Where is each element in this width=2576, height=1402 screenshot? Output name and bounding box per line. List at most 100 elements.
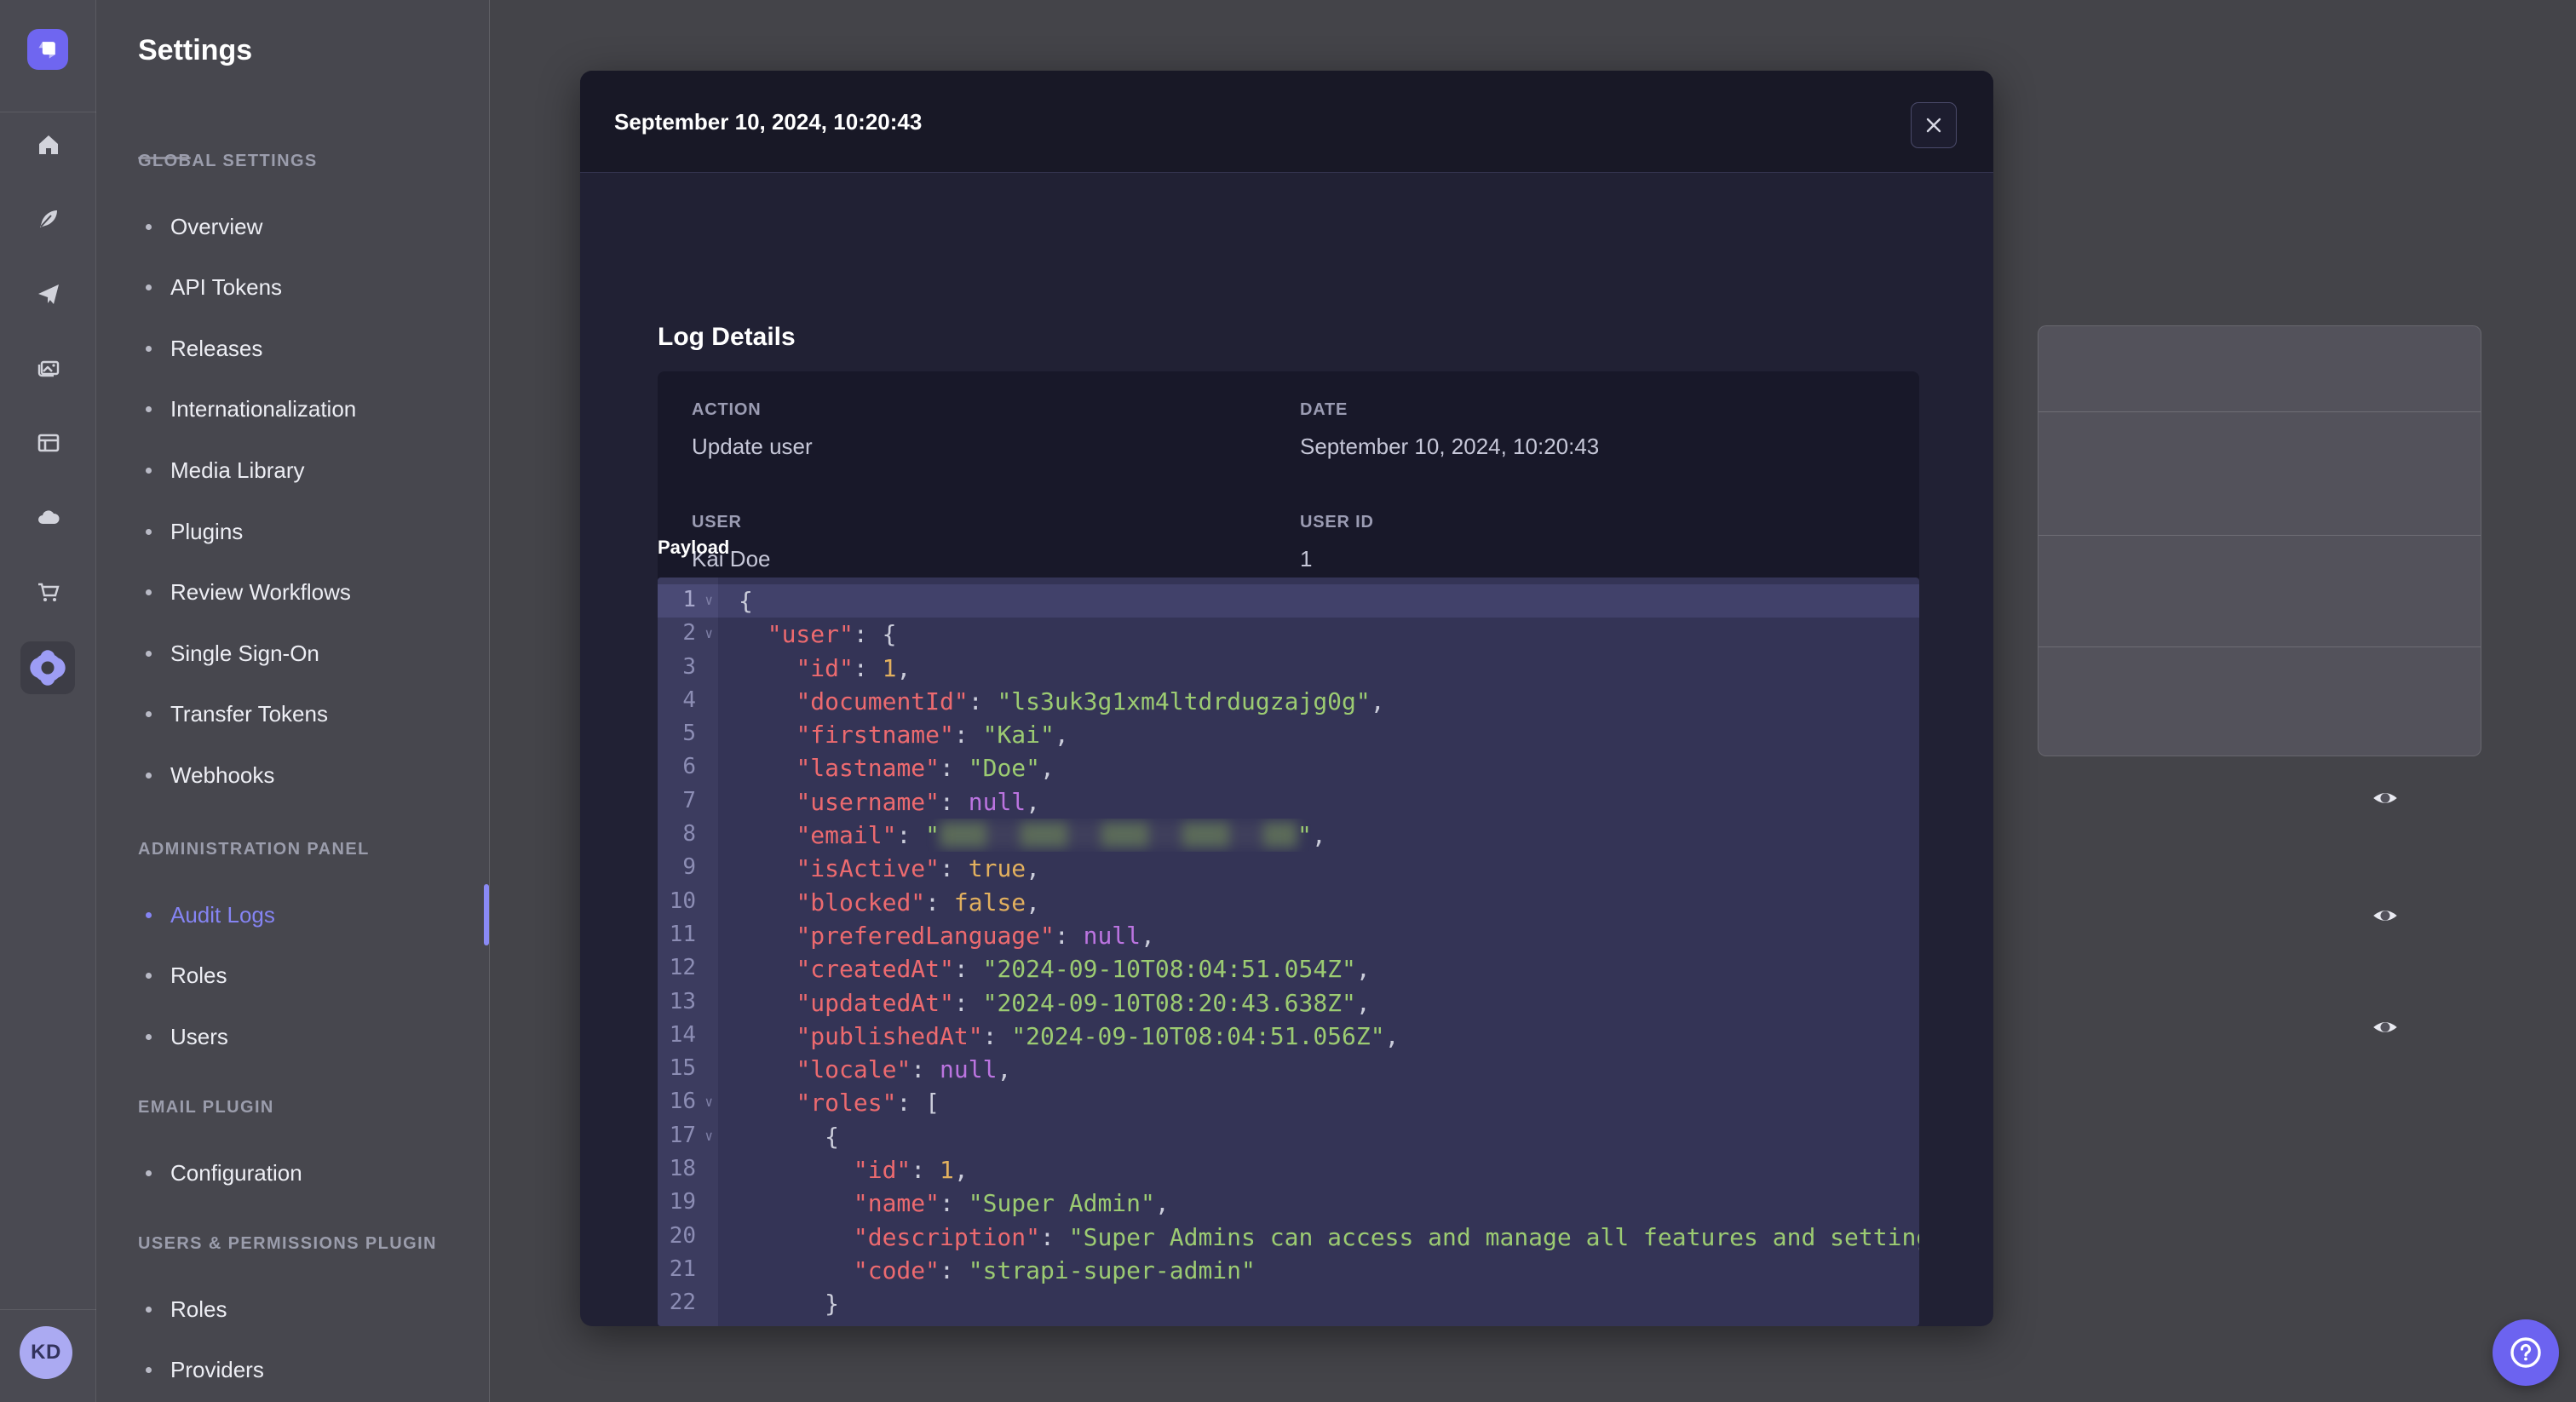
line-number: 17 ∨ bbox=[669, 1122, 713, 1148]
line-number: 8 bbox=[682, 821, 696, 848]
detail-value: 1 bbox=[1300, 546, 1313, 572]
view-log-eye-icon[interactable] bbox=[2368, 899, 2402, 933]
sidebar-item-media-library[interactable]: Media Library bbox=[96, 451, 490, 489]
fold-chevron-icon[interactable]: ∨ bbox=[704, 1094, 713, 1110]
cloud-icon[interactable] bbox=[33, 503, 64, 533]
detail-field: USER ID 1 bbox=[1300, 513, 1885, 572]
view-log-eye-icon[interactable] bbox=[2368, 1010, 2402, 1044]
bullet-icon bbox=[146, 467, 152, 474]
content-manager-icon[interactable] bbox=[33, 428, 64, 458]
nav-item-label: Configuration bbox=[170, 1159, 302, 1186]
line-number: 6 bbox=[682, 754, 696, 780]
code-line-15: 15 "locale": null, bbox=[658, 1053, 1919, 1086]
bullet-icon bbox=[146, 650, 152, 657]
sidebar-item-single-sign-on[interactable]: Single Sign-On bbox=[96, 635, 490, 672]
code-line-2: 2 ∨ "user": { bbox=[658, 618, 1919, 651]
nav-item-label: Review Workflows bbox=[170, 579, 351, 606]
modal-title: September 10, 2024, 10:20:43 bbox=[614, 108, 923, 135]
sidebar-item-roles[interactable]: Roles bbox=[96, 957, 490, 995]
logo-section bbox=[0, 0, 96, 112]
line-number: 18 bbox=[669, 1156, 696, 1182]
line-number: 21 bbox=[669, 1255, 696, 1282]
main-nav-rail: KD bbox=[0, 0, 96, 1402]
line-number: 14 bbox=[669, 1021, 696, 1048]
settings-nav-active[interactable] bbox=[20, 641, 75, 694]
code-line-5: 5 "firstname": "Kai", bbox=[658, 718, 1919, 751]
strapi-logo-icon[interactable] bbox=[27, 29, 68, 70]
line-number: 7 bbox=[682, 787, 696, 813]
code-line-1: 1 ∨{ bbox=[658, 584, 1919, 618]
nav-item-label: API Tokens bbox=[170, 274, 283, 301]
bullet-icon bbox=[146, 1306, 152, 1313]
sidebar-item-internationalization[interactable]: Internationalization bbox=[96, 391, 490, 428]
code-line-17: 17 ∨ { bbox=[658, 1120, 1919, 1153]
bullet-icon bbox=[146, 911, 152, 918]
audit-logs-table-card bbox=[2038, 325, 2481, 1032]
modal-header: September 10, 2024, 10:20:43 bbox=[580, 71, 1993, 173]
fold-chevron-icon[interactable]: ∨ bbox=[704, 592, 713, 608]
close-icon bbox=[1926, 118, 1941, 133]
sidebar-item-overview[interactable]: Overview bbox=[96, 208, 490, 245]
line-number: 22 bbox=[669, 1290, 696, 1316]
close-button[interactable] bbox=[1911, 102, 1957, 148]
code-line-22: 22 } bbox=[658, 1287, 1919, 1320]
nav-section-label: GLOBAL SETTINGS bbox=[138, 152, 318, 170]
line-number: 10 bbox=[669, 888, 696, 914]
detail-label: USER ID bbox=[1300, 513, 1374, 531]
sidebar-item-configuration[interactable]: Configuration bbox=[96, 1154, 490, 1192]
sidebar-item-api-tokens[interactable]: API Tokens bbox=[96, 269, 490, 307]
sidebar-item-review-workflows[interactable]: Review Workflows bbox=[96, 574, 490, 612]
sidebar-item-releases[interactable]: Releases bbox=[96, 330, 490, 367]
detail-label: USER bbox=[692, 513, 742, 531]
view-log-eye-icon[interactable] bbox=[2368, 781, 2402, 815]
nav-item-label: Users bbox=[170, 1023, 228, 1049]
send-release-icon[interactable] bbox=[33, 279, 64, 309]
code-line-6: 6 "lastname": "Doe", bbox=[658, 751, 1919, 784]
sidebar-item-webhooks[interactable]: Webhooks bbox=[96, 756, 490, 794]
line-number: 1 ∨ bbox=[658, 584, 718, 618]
line-number: 23 bbox=[658, 1321, 718, 1326]
media-library-icon[interactable] bbox=[33, 353, 64, 383]
sidebar-item-audit-logs[interactable]: Audit Logs bbox=[96, 896, 490, 934]
nav-item-label: Overview bbox=[170, 213, 263, 239]
payload-code-editor[interactable]: 1 ∨{2 ∨ "user": {3 "id": 1, 4 "documentId":… bbox=[658, 577, 1919, 1326]
line-number: 20 bbox=[669, 1222, 696, 1249]
code-line-14: 14 "publishedAt": "2024-09-10T08:04:51.0… bbox=[658, 1020, 1919, 1053]
sidebar-item-roles[interactable]: Roles bbox=[96, 1290, 490, 1328]
log-details-heading: Log Details bbox=[658, 323, 796, 351]
sidebar-item-transfer-tokens[interactable]: Transfer Tokens bbox=[96, 696, 490, 733]
code-line-12: 12 "createdAt": "2024-09-10T08:04:51.054… bbox=[658, 952, 1919, 985]
sidebar-item-users[interactable]: Users bbox=[96, 1018, 490, 1055]
bullet-icon bbox=[146, 772, 152, 779]
code-line-3: 3 "id": 1, bbox=[658, 652, 1919, 685]
bullet-icon bbox=[146, 1033, 152, 1040]
fold-chevron-icon[interactable]: ∨ bbox=[704, 1128, 713, 1144]
feather-content-icon[interactable] bbox=[33, 204, 64, 234]
bullet-icon bbox=[146, 284, 152, 291]
redacted-email-value bbox=[940, 822, 1298, 848]
line-number: 19 bbox=[669, 1189, 696, 1215]
marketplace-cart-icon[interactable] bbox=[33, 577, 64, 607]
nav-item-label: Media Library bbox=[170, 457, 305, 483]
bullet-icon bbox=[146, 345, 152, 352]
code-line-11: 11 "preferedLanguage": null, bbox=[658, 919, 1919, 952]
help-button[interactable] bbox=[2493, 1319, 2559, 1386]
sidebar-item-providers[interactable]: Providers bbox=[96, 1352, 490, 1389]
code-line-10: 10 "blocked": false, bbox=[658, 886, 1919, 919]
fold-chevron-icon[interactable]: ∨ bbox=[704, 625, 713, 641]
code-line-21: 21 "code": "strapi-super-admin" bbox=[658, 1254, 1919, 1287]
detail-label: ACTION bbox=[692, 400, 762, 419]
bullet-icon bbox=[146, 1367, 152, 1374]
detail-label: DATE bbox=[1300, 400, 1348, 419]
line-number: 9 bbox=[682, 854, 696, 881]
nav-item-label: Internationalization bbox=[170, 396, 357, 422]
home-icon[interactable] bbox=[33, 129, 64, 160]
table-divider bbox=[2038, 411, 2481, 412]
bullet-icon bbox=[146, 406, 152, 413]
user-avatar[interactable]: KD bbox=[20, 1326, 72, 1379]
subnav-scrollbar-thumb[interactable] bbox=[484, 884, 489, 945]
sidebar-item-plugins[interactable]: Plugins bbox=[96, 513, 490, 550]
table-divider bbox=[2038, 535, 2481, 536]
detail-field: USER Kai Doe bbox=[692, 513, 1300, 572]
nav-item-label: Roles bbox=[170, 1296, 227, 1322]
